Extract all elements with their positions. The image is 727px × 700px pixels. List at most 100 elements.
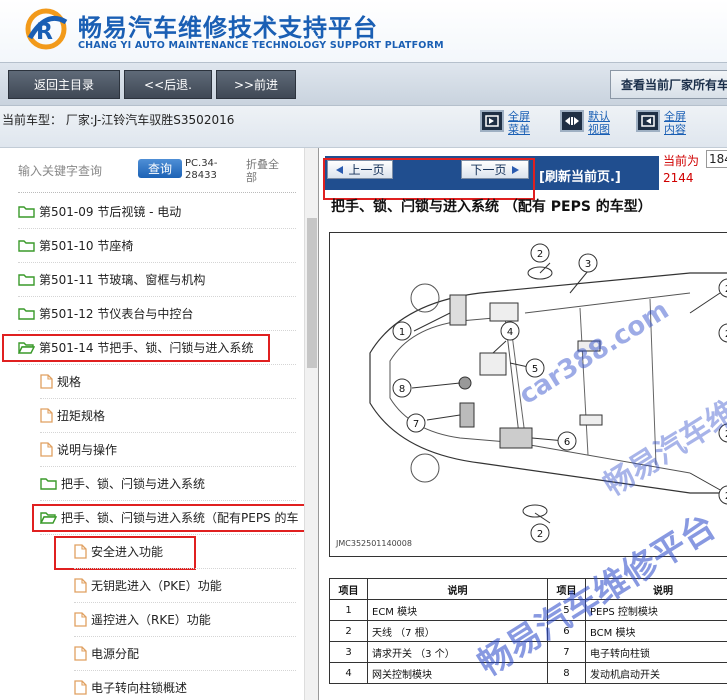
document-icon — [74, 611, 87, 627]
full-content-link[interactable]: 全屏内容 — [664, 110, 692, 136]
callout-label: 7 — [413, 419, 419, 430]
figure-code: JMC352501140008 — [336, 539, 412, 548]
vehicle-component-diagram: 1 2 2 3 4 5 6 7 8 2 2 2 2 JMC35250114000… — [329, 232, 727, 557]
table-cell: PEPS 控制模块 — [584, 599, 727, 621]
full-menu-tool[interactable]: 全屏菜单 — [480, 110, 536, 136]
table-row: 4 网关控制模块 8 发动机启动开关 — [329, 662, 727, 684]
table-header-row: 项目 说明 项目 说明 — [329, 578, 727, 600]
search-button[interactable]: 查询 — [138, 159, 182, 178]
folder-icon — [40, 477, 57, 490]
document-icon — [74, 577, 87, 593]
home-button[interactable]: 返回主目录 — [8, 70, 120, 99]
tree-node[interactable]: 把手、锁、闩锁与进入系统 — [40, 466, 205, 500]
table-cell: ECM 模块 — [367, 599, 548, 621]
content-panel: 上一页 下一页 [刷新当前页.] 当前为 184 2144 把手、锁、闩锁与进入… — [318, 148, 727, 700]
refresh-page-link[interactable]: [刷新当前页.] — [539, 166, 621, 185]
table-header-cell: 说明 — [367, 578, 548, 600]
tree-node-label: 扭矩规格 — [57, 408, 106, 423]
table-cell: 请求开关 （3 个） — [367, 641, 548, 663]
left-tree-panel: 输入关键字查询 查询 PC.34-28433 折叠全部 第501-09 节后视镜… — [0, 148, 318, 700]
table-cell: 网关控制模块 — [367, 662, 548, 684]
full-menu-icon — [480, 110, 504, 132]
tree-node-label: 把手、锁、闩锁与进入系统 — [61, 476, 206, 491]
back-button[interactable]: <<后退. — [124, 70, 212, 99]
tree-node[interactable]: 第501-10 节座椅 — [18, 228, 133, 262]
default-view-link[interactable]: 默认视图 — [588, 110, 616, 136]
callout-label: 5 — [532, 364, 538, 375]
default-view-tool[interactable]: 默认视图 — [560, 110, 616, 136]
search-divider — [18, 192, 296, 193]
table-cell: 2 — [329, 620, 368, 642]
pager-highlight — [323, 158, 535, 200]
tree-scrollbar-thumb[interactable] — [307, 218, 317, 368]
callout-label: 2 — [537, 529, 543, 540]
tree-node[interactable]: 说明与操作 — [40, 432, 117, 466]
search-input[interactable]: 输入关键字查询 — [18, 162, 102, 179]
callout-label: 3 — [585, 259, 591, 270]
folder-icon — [18, 273, 35, 286]
document-icon — [74, 645, 87, 661]
tree-node[interactable]: 第501-11 节玻璃、窗框与机构 — [18, 262, 205, 296]
brand-subtitle: CHANG YI AUTO MAINTENANCE TECHNOLOGY SUP… — [78, 40, 444, 51]
brand-title: 畅易汽车维修技术支持平台 — [78, 14, 378, 42]
tree-node-label: 遥控进入（RKE）功能 — [91, 612, 211, 627]
tree-scrollbar[interactable] — [304, 148, 318, 700]
search-row: 输入关键字查询 查询 PC.34-28433 折叠全部 — [0, 148, 318, 194]
full-menu-link[interactable]: 全屏菜单 — [508, 110, 536, 136]
callout-label: 2 — [537, 249, 543, 260]
parts-table: 项目 说明 项目 说明 1 ECM 模块 5 PEPS 控制模块 2 天线 （7… — [329, 578, 727, 684]
table-cell: 5 — [546, 599, 586, 621]
table-cell: BCM 模块 — [584, 620, 727, 642]
brand-logo-icon: R — [25, 8, 68, 50]
tree-node-label: 第501-12 节仪表台与中控台 — [39, 306, 194, 321]
tree-node[interactable]: 第501-09 节后视镜 - 电动 — [18, 194, 181, 228]
header: R 畅易汽车维修技术支持平台 CHANG YI AUTO MAINTENANCE… — [0, 0, 727, 62]
table-cell: 发动机启动开关 — [584, 662, 727, 684]
table-cell: 1 — [329, 599, 368, 621]
svg-text:R: R — [36, 20, 53, 45]
current-page-label: 当前为 — [663, 154, 700, 168]
nav-bar: 返回主目录 <<后退. >>前进 查看当前厂家所有车 — [0, 62, 727, 106]
tree-node[interactable]: 遥控进入（RKE）功能 — [74, 602, 211, 636]
tree-node-label: 第501-09 节后视镜 - 电动 — [39, 204, 182, 219]
callout-label: 4 — [507, 327, 513, 338]
tree-node[interactable]: 第501-12 节仪表台与中控台 — [18, 296, 193, 330]
document-icon — [74, 679, 87, 695]
current-page-input[interactable]: 184 — [706, 150, 727, 168]
tree-node[interactable]: 电源分配 — [74, 636, 139, 670]
tree-node-label: 规格 — [57, 374, 82, 389]
tree-node[interactable]: 扭矩规格 — [40, 398, 105, 432]
table-cell: 天线 （7 根） — [367, 620, 548, 642]
pager-bar: 上一页 下一页 [刷新当前页.] — [323, 156, 659, 200]
view-all-models-button[interactable]: 查看当前厂家所有车 — [610, 70, 727, 99]
tree-node-label: 说明与操作 — [57, 442, 118, 457]
callout-label: 6 — [564, 437, 570, 448]
tree-node-label: 第501-10 节座椅 — [39, 238, 134, 253]
total-pages: 2144 — [663, 171, 694, 185]
table-cell: 8 — [546, 662, 586, 684]
table-cell: 电子转向柱锁 — [584, 641, 727, 663]
table-row: 3 请求开关 （3 个） 7 电子转向柱锁 — [329, 641, 727, 663]
folder-icon — [18, 239, 35, 252]
table-row: 2 天线 （7 根） 6 BCM 模块 — [329, 620, 727, 642]
tree-node[interactable]: 电子转向柱锁概述 — [74, 670, 187, 700]
tree-node-label: 电源分配 — [91, 646, 140, 661]
document-icon — [40, 407, 53, 423]
table-header-cell: 说明 — [584, 578, 727, 600]
vehicle-outline-drawing: 1 2 2 3 4 5 6 7 8 2 2 2 2 — [369, 243, 727, 543]
app-window: R 畅易汽车维修技术支持平台 CHANG YI AUTO MAINTENANCE… — [0, 0, 727, 700]
table-header-cell: 项目 — [329, 578, 368, 600]
document-title: 把手、锁、闩锁与进入系统 （配有 PEPS 的车型） — [331, 199, 652, 215]
table-row: 1 ECM 模块 5 PEPS 控制模块 — [329, 599, 727, 621]
tree-node-label: 电子转向柱锁概述 — [91, 680, 188, 695]
table-header-cell: 项目 — [546, 578, 586, 600]
collapse-all-link[interactable]: 折叠全部 — [246, 158, 286, 184]
tree-node[interactable]: 规格 — [40, 364, 81, 398]
forward-button[interactable]: >>前进 — [216, 70, 296, 99]
tree-node[interactable]: 无钥匙进入（PKE）功能 — [74, 568, 222, 602]
table-cell: 7 — [546, 641, 586, 663]
full-content-tool[interactable]: 全屏内容 — [636, 110, 692, 136]
folder-icon — [18, 307, 35, 320]
table-cell: 4 — [329, 662, 368, 684]
full-content-icon — [636, 110, 660, 132]
